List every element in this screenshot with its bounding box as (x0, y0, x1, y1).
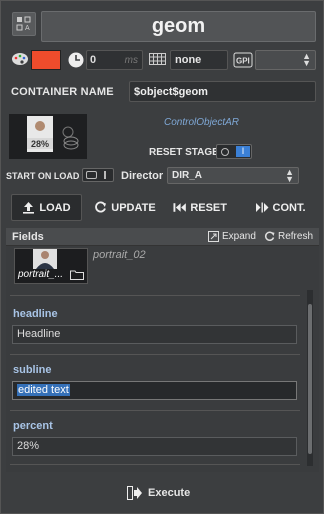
divider (10, 410, 300, 411)
folder-icon[interactable] (70, 269, 84, 280)
scrollbar-thumb[interactable] (308, 304, 312, 454)
continue-button[interactable]: CONT. (253, 194, 307, 221)
template-panel: A geom 0 ms none GPI ▲ ▼ CONTAINER NAME … (0, 0, 324, 514)
portrait-caption: portrait_... (18, 269, 64, 280)
updown-icon: ▲ ▼ (285, 167, 294, 184)
updown-icon: ▲ ▼ (302, 51, 311, 68)
subline-input[interactable]: edited text (12, 381, 297, 400)
template-title[interactable]: geom (41, 11, 316, 42)
update-label: UPDATE (111, 201, 156, 214)
divider (10, 295, 300, 296)
start-on-load-label: START ON LOAD (6, 171, 80, 181)
execute-label: Execute (148, 487, 191, 499)
load-label: LOAD (39, 201, 71, 214)
expand-button[interactable]: Expand (208, 231, 256, 242)
director-select[interactable]: DIR_A ▲ ▼ (167, 167, 299, 184)
duration-value: 0 (90, 54, 97, 66)
execute-button[interactable]: Execute (127, 486, 190, 500)
update-button[interactable]: UPDATE (94, 194, 156, 221)
reset-button[interactable]: RESET (173, 194, 227, 221)
continue-icon (255, 202, 268, 213)
headline-input[interactable]: Headline (12, 325, 297, 344)
duration-field[interactable]: 0 ms (86, 50, 143, 70)
start-on-load-toggle[interactable] (82, 168, 114, 182)
portrait-image-field[interactable]: portrait_... (14, 248, 88, 284)
toggle-on-indicator: I (236, 146, 250, 157)
refresh-icon (95, 201, 107, 213)
svg-text:GPI: GPI (236, 57, 250, 66)
divider (10, 354, 300, 355)
template-thumbnail: 28% (9, 114, 87, 159)
headline-label: headline (13, 308, 58, 320)
refresh-label: Refresh (278, 231, 314, 242)
clock-icon (67, 51, 85, 69)
grid-icon (149, 53, 166, 65)
toggle-on-icon (104, 171, 106, 179)
sketch-icon[interactable]: A (12, 12, 36, 36)
percent-label: percent (13, 420, 53, 432)
fields-title: Fields (12, 231, 44, 243)
reset-label: RESET (190, 201, 227, 214)
container-name-input[interactable]: $object$geom (129, 81, 316, 102)
color-swatch[interactable] (31, 50, 61, 70)
control-object-name: ControlObjectAR (164, 117, 240, 128)
thumbnail-text: 28% (31, 139, 49, 149)
subline-label: subline (13, 364, 52, 376)
grid-field[interactable]: none (170, 50, 228, 70)
duration-unit: ms (124, 55, 138, 66)
director-value: DIR_A (172, 170, 203, 181)
reset-stage-label: RESET STAGE (149, 147, 219, 158)
fields-list: portrait_... portrait_02 headline Headli… (6, 246, 319, 472)
palette-icon (11, 52, 29, 66)
toggle-off-icon (86, 171, 97, 179)
skip-back-icon (173, 203, 186, 212)
upload-icon (23, 202, 35, 214)
divider (10, 464, 300, 465)
gpi-icon: GPI (233, 51, 253, 69)
expand-icon (208, 231, 219, 242)
execute-icon (127, 486, 142, 500)
load-button[interactable]: LOAD (11, 194, 82, 221)
expand-label: Expand (222, 231, 256, 242)
portrait-name: portrait_02 (93, 249, 146, 261)
refresh-button[interactable]: Refresh (264, 231, 313, 242)
fields-header: Fields Expand Refresh (6, 228, 319, 246)
toggle-off-icon (221, 148, 229, 156)
percent-input[interactable]: 28% (12, 437, 297, 456)
svg-text:A: A (25, 25, 30, 32)
director-label: Director (121, 170, 164, 182)
continue-label: CONT. (272, 201, 306, 214)
reset-stage-toggle[interactable]: I (216, 144, 252, 159)
subline-selected-text: edited text (17, 384, 70, 396)
container-name-label: CONTAINER NAME (11, 86, 114, 98)
gpi-select[interactable]: ▲ ▼ (255, 50, 316, 70)
refresh-icon (264, 231, 275, 241)
